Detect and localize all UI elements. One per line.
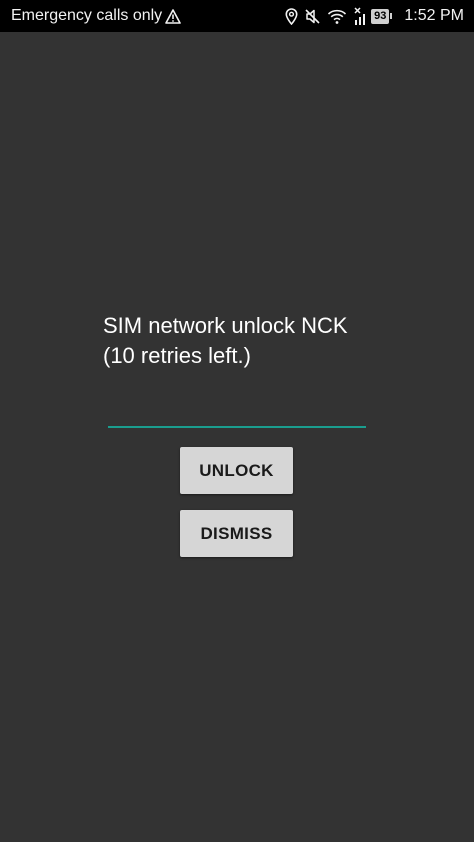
no-sim-icon <box>353 6 366 26</box>
warning-icon <box>165 8 181 24</box>
status-left: Emergency calls only <box>11 7 181 25</box>
carrier-text: Emergency calls only <box>11 7 163 24</box>
status-right: 93 1:52 PM <box>285 6 464 26</box>
battery-icon: 93 <box>371 8 393 24</box>
prompt-title: SIM network unlock NCK <box>103 313 348 338</box>
retries-text: (10 retries left.) <box>103 343 251 368</box>
wifi-icon <box>327 8 347 25</box>
unlock-button[interactable]: UNLOCK <box>180 447 293 494</box>
battery-level: 93 <box>371 8 390 24</box>
location-icon <box>285 7 298 25</box>
mute-icon <box>304 8 321 25</box>
clock: 1:52 PM <box>404 7 464 24</box>
unlock-prompt: SIM network unlock NCK (10 retries left.… <box>103 311 403 371</box>
dismiss-button[interactable]: DISMISS <box>180 510 293 557</box>
unlock-code-input[interactable] <box>108 396 366 428</box>
status-bar: Emergency calls only 93 1:52 PM <box>0 0 474 32</box>
